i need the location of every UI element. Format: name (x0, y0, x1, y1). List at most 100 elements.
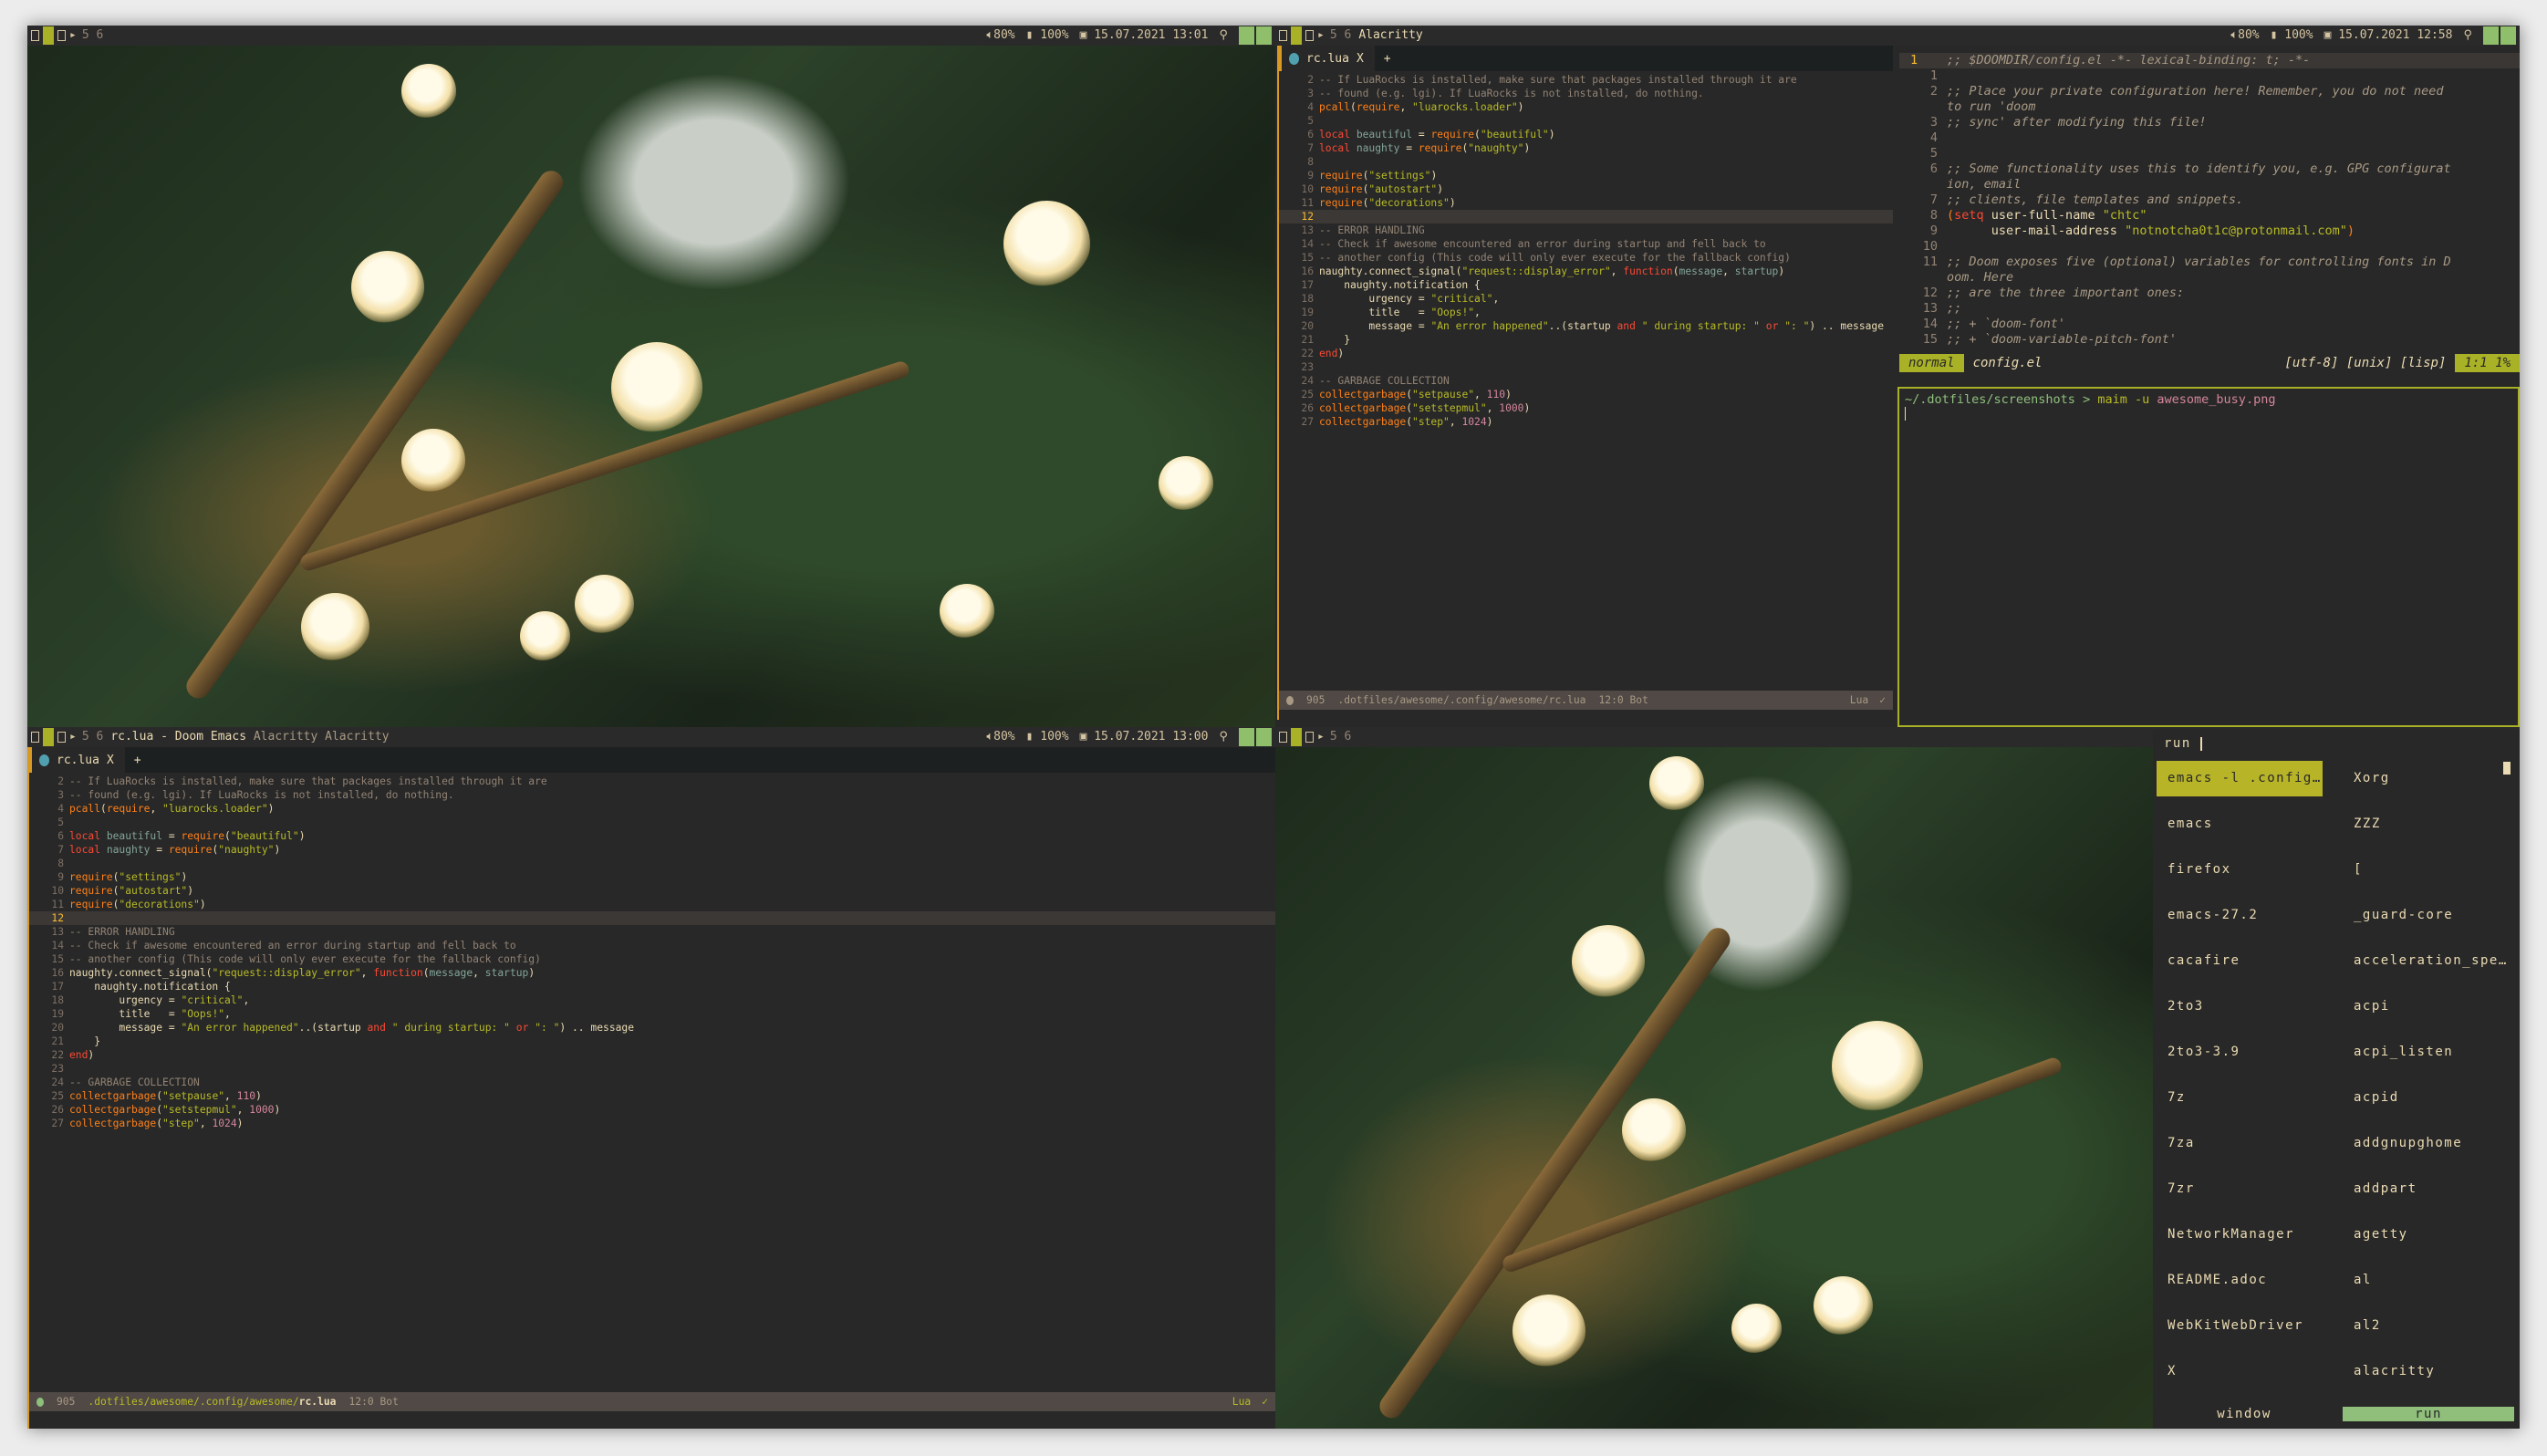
code-token: message (429, 967, 473, 979)
code-line: 21 } (1279, 333, 1893, 347)
tab-rc-lua[interactable]: rc.lua X (1279, 46, 1375, 71)
rofi-entry[interactable]: acpid (2343, 1080, 2509, 1116)
line-number: 7 (1929, 192, 1938, 207)
layout-icon[interactable] (1239, 728, 1272, 746)
rofi-entry[interactable]: NetworkManager (2157, 1217, 2323, 1253)
doom-emacs-pane[interactable]: 1 ;; $DOOMDIR/config.el -*- lexical-bindi… (1899, 46, 2520, 381)
line-number: 17 (51, 981, 64, 993)
layout-icon[interactable] (1239, 26, 1272, 45)
code-token: ( (156, 1118, 163, 1129)
code-lines[interactable]: 2 -- If LuaRocks is installed, make sure … (1279, 73, 1893, 429)
rofi-entry[interactable]: 2to3-3.9 (2157, 1035, 2323, 1070)
mode-window[interactable]: window (2153, 1407, 2335, 1421)
code-lines[interactable]: 2 -- If LuaRocks is installed, make sure … (29, 775, 1275, 1130)
code-line: 16 naughty.connect_signal("request::displ… (29, 966, 1275, 980)
scrollbar[interactable] (2503, 762, 2511, 775)
rofi-entry[interactable]: [ (2343, 852, 2509, 888)
new-tab-button[interactable]: + (1384, 52, 1391, 66)
rofi-entry[interactable]: ZZZ (2343, 806, 2509, 842)
rofi-entry[interactable]: agetty (2343, 1217, 2509, 1253)
tab-rc-lua[interactable]: rc.lua X (29, 747, 125, 773)
line-text: require("settings") (69, 870, 187, 884)
rofi-entry[interactable]: al (2343, 1263, 2509, 1298)
code-token: ;; are the three important ones: (1947, 286, 2185, 300)
code-token: "luarocks.loader" (1412, 101, 1518, 113)
rofi-entry[interactable]: _guard-core (2343, 898, 2509, 933)
window-icon[interactable] (31, 30, 39, 41)
rofi-entry[interactable]: acceleration_spe… (2343, 943, 2509, 979)
close-tab-button[interactable]: X (1357, 52, 1364, 66)
line-number: 12 (1301, 211, 1314, 223)
tag-list[interactable]: 5 6 (1330, 26, 1351, 46)
rofi-entry[interactable]: README.adoc (2157, 1263, 2323, 1298)
code-line: 13 -- ERROR HANDLING (1279, 224, 1893, 237)
volume-indicator[interactable]: 🔈︎80% (2230, 26, 2259, 46)
terminal-tag-icon[interactable] (1291, 728, 1302, 746)
tag-list[interactable]: 5 6 (82, 727, 103, 747)
window-icon[interactable] (1279, 732, 1287, 743)
new-tab-button[interactable]: + (134, 754, 141, 767)
wibar-bottom-left: ▸ 5 6 rc.lua - Doom Emacs Alacritty Alac… (27, 727, 1275, 747)
rofi-entry[interactable]: emacs-27.2 (2157, 898, 2323, 933)
line-number: 3 (1929, 115, 1938, 130)
code-token: , (243, 994, 250, 1006)
doom-lines[interactable]: 1 ;; $DOOMDIR/config.el -*- lexical-bindi… (1899, 53, 2520, 348)
window-icon[interactable] (1305, 30, 1314, 41)
mode-run[interactable]: run (2343, 1407, 2514, 1421)
rofi-entry[interactable]: 7zr (2157, 1171, 2323, 1207)
code-token: require (1319, 170, 1363, 182)
code-token: ) (181, 871, 188, 883)
terminal-tag-icon[interactable] (43, 26, 54, 45)
volume-indicator[interactable]: 🔈︎80% (986, 727, 1014, 747)
clock[interactable]: ▣ 15.07.2021 12:58 (2324, 26, 2453, 46)
rofi-entry[interactable]: 7z (2157, 1080, 2323, 1116)
rofi-entry[interactable]: cacafire (2157, 943, 2323, 979)
code-line: 14 -- Check if awesome encountered an err… (29, 939, 1275, 952)
code-editor-top[interactable]: rc.lua X + 2 -- If LuaRocks is installed, … (1277, 46, 1893, 720)
rofi-entry[interactable]: X (2157, 1354, 2323, 1389)
tag-list[interactable]: 5 6 (82, 26, 103, 46)
rofi-entry[interactable]: 2to3 (2157, 989, 2323, 1024)
tag-list[interactable]: 5 6 (1330, 727, 1351, 747)
check-icon: ✓ (1262, 1396, 1268, 1408)
close-tab-button[interactable]: X (107, 754, 114, 767)
rofi-entry[interactable]: al2 (2343, 1308, 2509, 1344)
window-icon[interactable] (57, 732, 66, 743)
line-text: ;; clients, file templates and snippets. (1947, 192, 2243, 208)
window-icon[interactable] (1279, 30, 1287, 41)
terminal-window[interactable]: ~/.dotfiles/screenshots > maim -u awesom… (1897, 387, 2520, 727)
line-text: -- another config (This code will only e… (1319, 251, 1791, 265)
doom-line: 12 ;; are the three important ones: (1899, 286, 2520, 301)
code-line: 2 -- If LuaRocks is installed, make sure … (29, 775, 1275, 788)
terminal-tag-icon[interactable] (43, 728, 54, 746)
rofi-entry[interactable]: Xorg (2343, 761, 2509, 796)
rofi-entry[interactable]: acpi_listen (2343, 1035, 2509, 1070)
window-icon[interactable] (31, 732, 39, 743)
line-text: -- found (e.g. lgi). If LuaRocks is not … (69, 788, 454, 802)
code-editor-bottom[interactable]: rc.lua X + 2 -- If LuaRocks is installed, … (27, 747, 1275, 1429)
rofi-entry[interactable]: 7za (2157, 1126, 2323, 1161)
clock[interactable]: ▣ 15.07.2021 13:00 (1080, 727, 1209, 747)
layout-icon[interactable] (2483, 26, 2516, 45)
window-icon[interactable] (57, 30, 66, 41)
rofi-entry[interactable]: emacs (2157, 806, 2323, 842)
window-icon[interactable] (1305, 732, 1314, 743)
battery-value: 100% (2284, 28, 2313, 42)
rofi-entry[interactable]: firefox (2157, 852, 2323, 888)
rofi-launcher[interactable]: run emacs -l .config… emacs firefox emacs-2… (2153, 730, 2520, 1429)
code-line: 10 require("autostart") (29, 884, 1275, 898)
window-title: rc.lua - Doom Emacs Alacritty Alacritty (110, 727, 389, 747)
clock[interactable]: ▣ 15.07.2021 13:01 (1080, 26, 1209, 46)
rofi-entry[interactable]: addgnupghome (2343, 1126, 2509, 1161)
rofi-entry[interactable]: addpart (2343, 1171, 2509, 1207)
code-token: to run 'doom (1947, 99, 2036, 114)
rofi-entry[interactable]: emacs -l .config… (2157, 761, 2323, 796)
rofi-entry[interactable]: WebKitWebDriver (2157, 1308, 2323, 1344)
rofi-entry[interactable]: alacritty (2343, 1354, 2509, 1389)
line-number: 17 (1301, 279, 1314, 291)
volume-indicator[interactable]: 🔈︎80% (986, 26, 1014, 46)
rofi-prompt[interactable]: run (2164, 730, 2202, 757)
terminal-tag-icon[interactable] (1291, 26, 1302, 45)
line-number: 11 (1301, 197, 1314, 209)
rofi-entry[interactable]: acpi (2343, 989, 2509, 1024)
